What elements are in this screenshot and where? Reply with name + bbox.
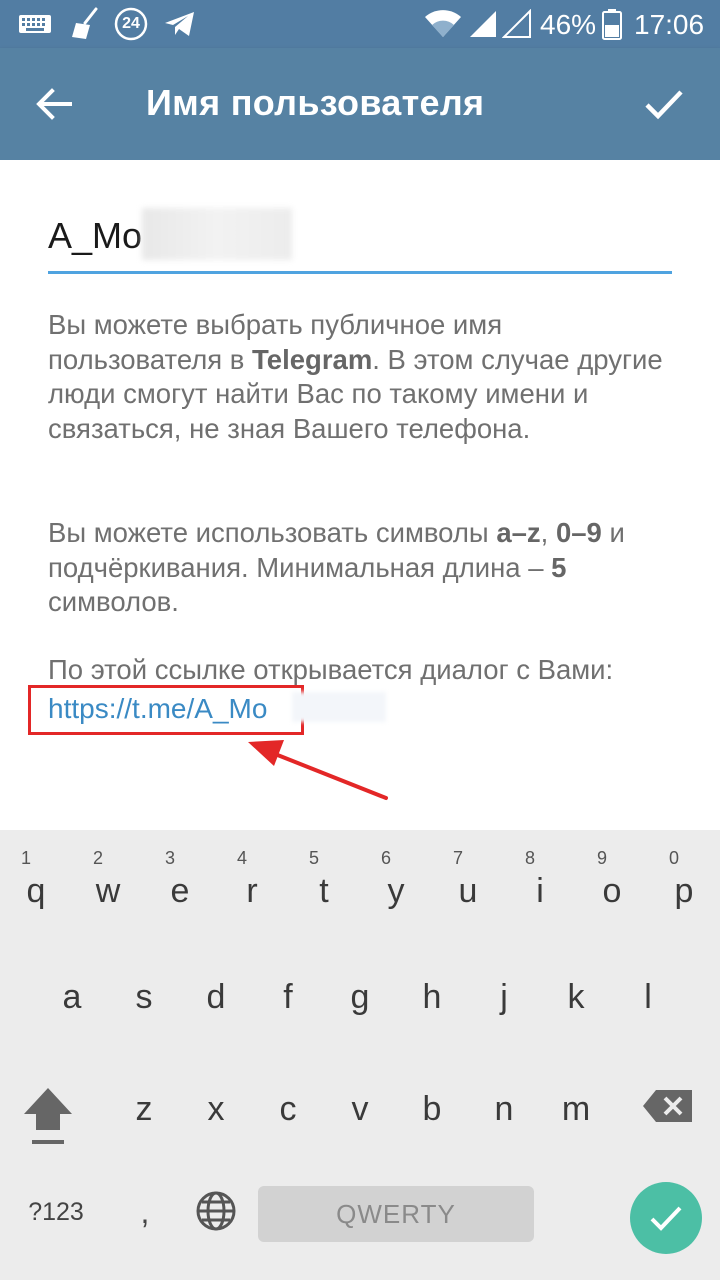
key-label: q <box>26 872 46 910</box>
help-text-part: символов. <box>48 586 179 617</box>
globe-icon <box>196 1191 236 1231</box>
backspace-key[interactable] <box>640 1088 696 1128</box>
clock: 17:06 <box>634 9 705 40</box>
key-hint: 2 <box>92 848 103 868</box>
key-label: v <box>351 1090 369 1128</box>
key-hint: 5 <box>308 848 319 868</box>
username-settings: A_Mo Вы можете выбрать публичное имя пол… <box>0 160 720 830</box>
key-label: u <box>458 872 478 910</box>
page-title: Имя пользователя <box>146 82 485 123</box>
key-n[interactable]: n <box>468 1082 540 1152</box>
key-z[interactable]: z <box>108 1082 180 1152</box>
annotation-arrow-icon <box>248 740 388 800</box>
key-label: n <box>494 1090 514 1128</box>
key-label: m <box>561 1090 591 1128</box>
key-label: k <box>567 978 585 1016</box>
arrow-back-icon <box>36 88 72 120</box>
key-label: l <box>644 978 652 1016</box>
key-label: h <box>422 978 442 1016</box>
wifi-icon <box>424 0 462 48</box>
battery-icon <box>602 0 622 48</box>
app-toolbar: Имя пользователя <box>0 48 720 160</box>
back-button[interactable] <box>22 76 86 132</box>
key-label: f <box>283 978 293 1016</box>
key-label: i <box>536 872 544 910</box>
checkmark-icon <box>645 90 683 120</box>
signal-strength-icon <box>468 0 498 48</box>
key-k[interactable]: k <box>540 970 612 1040</box>
key-label: a <box>62 978 82 1016</box>
key-c[interactable]: c <box>252 1082 324 1152</box>
key-b[interactable]: b <box>396 1082 468 1152</box>
help-text-bold: a–z <box>496 517 541 548</box>
key-j[interactable]: j <box>468 970 540 1040</box>
key-v[interactable]: v <box>324 1082 396 1152</box>
key-label: b <box>422 1090 442 1128</box>
key-label: j <box>500 978 508 1016</box>
symbols-key[interactable]: ?123 <box>18 1198 94 1227</box>
key-l[interactable]: l <box>612 970 684 1040</box>
key-hint: 9 <box>596 848 607 868</box>
key-hint: 6 <box>380 848 391 868</box>
key-hint: 0 <box>668 848 679 868</box>
enter-key[interactable] <box>630 1182 702 1254</box>
help-text-part: , <box>540 517 556 548</box>
battery-percent: 46% <box>540 9 597 40</box>
space-key[interactable]: QWERTY <box>258 1186 534 1242</box>
language-key[interactable] <box>194 1190 238 1234</box>
key-g[interactable]: g <box>324 970 396 1040</box>
key-hint: 4 <box>236 848 247 868</box>
key-label: w <box>95 872 121 910</box>
backspace-icon <box>643 1090 692 1122</box>
key-label: x <box>207 1090 225 1128</box>
keyboard-icon <box>18 0 52 48</box>
shift-arrow-icon <box>24 1088 72 1144</box>
help-text-allowed-chars: Вы можете использовать символы a–z, 0–9 … <box>48 516 678 620</box>
status-bar: 24 46% 17:06 <box>0 0 720 48</box>
key-label: o <box>602 872 622 910</box>
key-label: c <box>279 1090 297 1128</box>
key-a[interactable]: a <box>36 970 108 1040</box>
username-input-value: A_Mo <box>48 215 143 256</box>
key-m[interactable]: m <box>540 1082 612 1152</box>
key-s[interactable]: s <box>108 970 180 1040</box>
key-label: g <box>350 978 370 1016</box>
key-hint: 8 <box>524 848 535 868</box>
key-hint: 3 <box>164 848 175 868</box>
help-text-public-username: Вы можете выбрать публичное имя пользова… <box>48 308 678 446</box>
on-screen-keyboard: 1q2w3e4r5t6y7u8i9o0p asdfghjkl zxcvbnm ?… <box>0 830 720 1280</box>
help-text-bold: 0–9 <box>555 517 602 548</box>
key-label: z <box>135 1090 153 1128</box>
notification-badge-count: 24 <box>122 15 140 32</box>
signal-strength-secondary-icon <box>502 0 532 48</box>
comma-key[interactable]: , <box>130 1194 160 1231</box>
help-text-bold: Telegram <box>252 343 373 375</box>
key-label: e <box>170 872 190 910</box>
key-f[interactable]: f <box>252 970 324 1040</box>
key-p[interactable]: 0p <box>648 846 720 936</box>
key-hint: 1 <box>20 848 31 868</box>
key-label: p <box>674 872 694 910</box>
checkmark-icon <box>650 1206 682 1231</box>
help-text-part: Вы можете использовать символы <box>48 517 497 548</box>
key-label: d <box>206 978 226 1016</box>
done-button[interactable] <box>628 76 700 132</box>
key-d[interactable]: d <box>180 970 252 1040</box>
profile-link[interactable]: https://t.me/A_Mo <box>48 689 267 729</box>
key-label: r <box>246 872 258 910</box>
username-input[interactable]: A_Mo <box>48 208 672 274</box>
key-hint: 7 <box>452 848 463 868</box>
help-text-link-intro: По этой ссылке открывается диалог с Вами… <box>48 654 614 685</box>
redacted-area <box>292 692 386 722</box>
key-h[interactable]: h <box>396 970 468 1040</box>
key-x[interactable]: x <box>180 1082 252 1152</box>
redacted-area <box>142 208 292 260</box>
key-label: t <box>319 872 329 910</box>
key-label: y <box>387 872 405 910</box>
help-text-bold: 5 <box>551 551 567 583</box>
shift-key[interactable] <box>18 1084 78 1152</box>
telegram-icon <box>164 0 196 48</box>
key-label: s <box>135 978 153 1016</box>
broom-icon <box>70 0 100 48</box>
